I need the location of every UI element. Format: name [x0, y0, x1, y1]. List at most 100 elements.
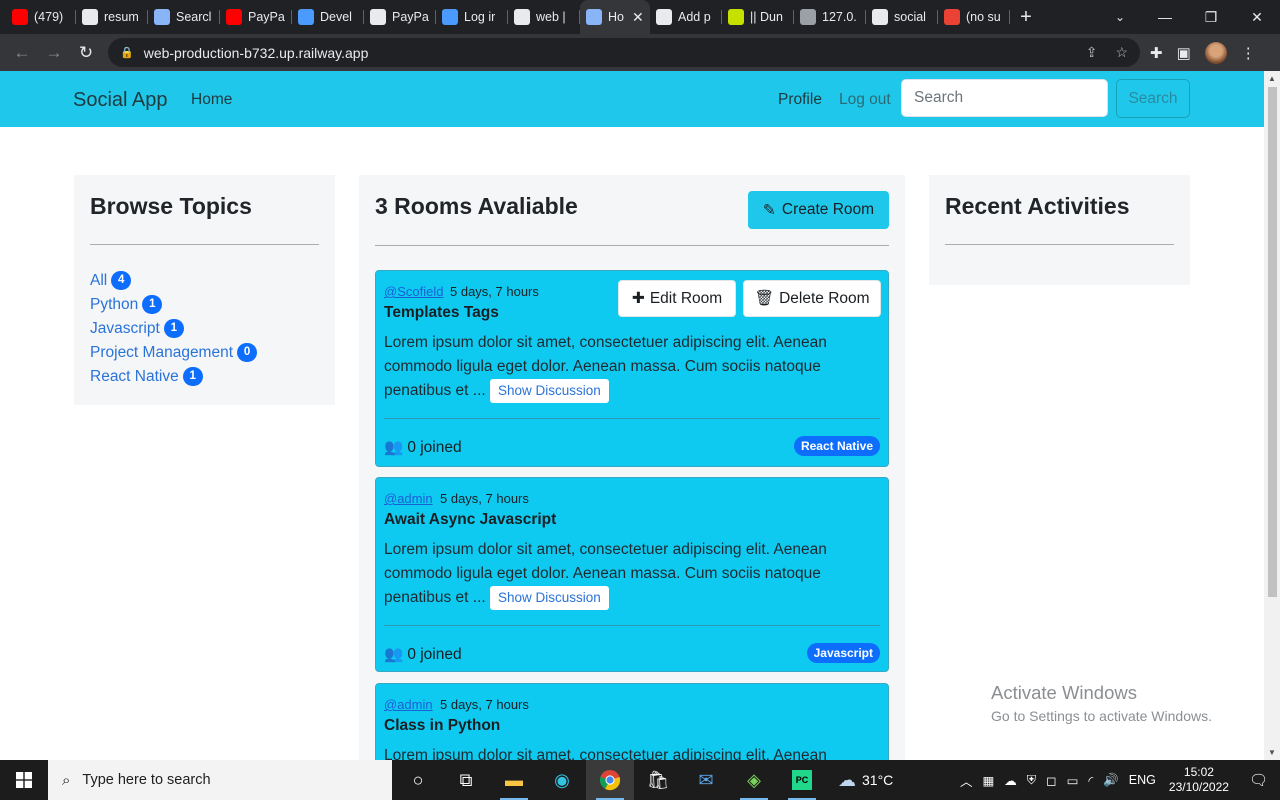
show-discussion-button[interactable]: Show Discussion [490, 586, 609, 610]
github-icon [82, 9, 98, 25]
room-host-link[interactable]: @admin [384, 491, 433, 506]
room-topic-badge[interactable]: Javascript [806, 643, 880, 663]
forward-arrow-icon[interactable]: → [38, 37, 70, 69]
room-description-text: Lorem ipsum dolor sit amet, consectetuer… [384, 747, 827, 760]
meet-icon[interactable]: ◻ [1041, 773, 1061, 788]
browser-tab[interactable]: Devel [292, 0, 364, 34]
browser-tab[interactable]: resum [76, 0, 148, 34]
search-button[interactable]: Search [1116, 79, 1190, 118]
browser-tab[interactable]: || Dun [722, 0, 794, 34]
notification-icon[interactable]: 🗨 [1237, 771, 1280, 789]
task-view-icon[interactable]: ⧉ [442, 760, 490, 800]
topic-label[interactable]: Javascript [90, 320, 160, 338]
reload-icon[interactable]: ↻ [70, 37, 102, 69]
paypal-icon [442, 9, 458, 25]
delete-room-label: Delete Room [779, 289, 870, 307]
clock[interactable]: 15:02 23/10/2022 [1161, 765, 1237, 795]
browser-tab[interactable]: Searcl [148, 0, 220, 34]
battery-icon[interactable]: ▭ [1062, 773, 1084, 788]
restore-button[interactable]: ❐ [1188, 0, 1234, 34]
tab-title: PayPa [248, 10, 285, 24]
edge-icon[interactable]: ◉ [538, 760, 586, 800]
tab-title: Log ir [464, 10, 496, 24]
chrome-icon[interactable] [586, 760, 634, 800]
file-explorer-icon[interactable]: ▬ [490, 760, 538, 800]
room-host-link[interactable]: @Scofield [384, 284, 443, 299]
topic-label[interactable]: All [90, 272, 107, 290]
edit-room-button[interactable]: ✚ Edit Room [618, 280, 736, 317]
url-text[interactable]: web-production-b732.up.railway.app [144, 45, 369, 61]
language-indicator[interactable]: ENG [1124, 773, 1161, 787]
address-bar[interactable]: 🔒 web-production-b732.up.railway.app ⇪ ☆ [108, 38, 1140, 67]
close-tab-icon[interactable]: ✕ [632, 9, 644, 26]
new-tab-button[interactable]: + [1010, 6, 1042, 29]
browser-tab[interactable]: (479) [6, 0, 76, 34]
rooms-panel: 3 Rooms Avaliable ✎ Create Room @Scofiel… [359, 175, 905, 760]
topic-label[interactable]: React Native [90, 368, 179, 386]
back-arrow-icon[interactable]: ← [6, 37, 38, 69]
show-discussion-button[interactable]: Show Discussion [490, 379, 609, 403]
browser-tab[interactable]: (no su [938, 0, 1010, 34]
brand-link[interactable]: Social App [73, 89, 168, 112]
browser-tab[interactable]: PayPa [364, 0, 436, 34]
taskbar-search-box[interactable]: ⌕ Type here to search [48, 760, 392, 800]
scrollbar-thumb[interactable] [1268, 87, 1277, 597]
delete-room-button[interactable]: 🗑 Delete Room [743, 280, 881, 317]
cloud-sync-icon[interactable]: ☁ [999, 773, 1022, 788]
room-title[interactable]: Class in Python [384, 717, 500, 735]
security-icon[interactable]: ⛨ [1022, 773, 1041, 788]
extensions-puzzle-icon[interactable]: ✚ [1150, 44, 1163, 62]
room-time: 5 days, 7 hours [440, 491, 529, 506]
room-title[interactable]: Await Async Javascript [384, 511, 556, 529]
topic-label[interactable]: Project Management [90, 344, 233, 362]
nav-home-link[interactable]: Home [191, 91, 232, 109]
create-room-button[interactable]: ✎ Create Room [748, 191, 889, 229]
topic-python[interactable]: Python 1 [90, 295, 163, 314]
topic-react-native[interactable]: React Native 1 [90, 367, 203, 386]
windows-logo-icon [16, 772, 32, 788]
tab-search-icon[interactable]: ⌄ [1108, 0, 1132, 34]
topic-project-management[interactable]: Project Management 0 [90, 343, 258, 362]
windows-start-button[interactable] [0, 760, 48, 800]
room-title[interactable]: Templates Tags [384, 304, 499, 322]
side-panel-icon[interactable]: ▣ [1177, 44, 1191, 62]
browser-tab[interactable]: web | [508, 0, 580, 34]
browser-tab[interactable]: Ho ✕ [580, 0, 650, 34]
tray-app-icon[interactable]: ▦ [977, 773, 999, 788]
topic-javascript[interactable]: Javascript 1 [90, 319, 184, 338]
rooms-heading: 3 Rooms Avaliable [375, 193, 578, 219]
close-window-button[interactable]: ✕ [1234, 0, 1280, 34]
mail-icon[interactable]: ✉ [682, 760, 730, 800]
youtube-icon [226, 9, 242, 25]
nav-logout-link[interactable]: Log out [839, 91, 891, 109]
weather-widget[interactable]: ☁ 31°C [838, 770, 893, 791]
browser-tab[interactable]: PayPa [220, 0, 292, 34]
cortana-icon[interactable]: ○ [394, 760, 442, 800]
volume-icon[interactable]: 🔊 [1098, 773, 1124, 788]
browser-tab[interactable]: Log ir [436, 0, 508, 34]
browser-tab[interactable]: social [866, 0, 938, 34]
nav-profile-link[interactable]: Profile [778, 91, 822, 109]
search-input[interactable] [901, 79, 1108, 117]
browser-tab[interactable]: Add p [650, 0, 722, 34]
pycharm-icon[interactable]: PC [778, 760, 826, 800]
room-host-link[interactable]: @admin [384, 697, 433, 712]
git-kraken-icon[interactable]: ◈ [730, 760, 778, 800]
share-icon[interactable]: ⇪ [1086, 44, 1098, 61]
chrome-logo [599, 770, 621, 791]
wifi-icon[interactable]: ◜ [1083, 773, 1098, 788]
bookmark-star-icon[interactable]: ☆ [1115, 44, 1128, 61]
browser-menu-icon[interactable]: ⋮ [1241, 44, 1256, 62]
topic-all[interactable]: All 4 [90, 271, 132, 290]
store-icon[interactable]: 🛍 [634, 760, 682, 800]
chevron-up-icon[interactable]: ︿ [955, 771, 978, 790]
room-topic-badge[interactable]: React Native [793, 436, 880, 456]
profile-avatar[interactable] [1204, 41, 1227, 64]
browser-tab[interactable]: 127.0. [794, 0, 866, 34]
minimize-button[interactable]: — [1142, 0, 1188, 34]
scroll-down-arrow-icon[interactable]: ▼ [1264, 748, 1280, 757]
topic-label[interactable]: Python [90, 296, 138, 314]
scroll-up-arrow-icon[interactable]: ▲ [1264, 74, 1280, 83]
room-time: 5 days, 7 hours [450, 284, 539, 299]
page-scrollbar[interactable]: ▲ ▼ [1264, 71, 1280, 760]
